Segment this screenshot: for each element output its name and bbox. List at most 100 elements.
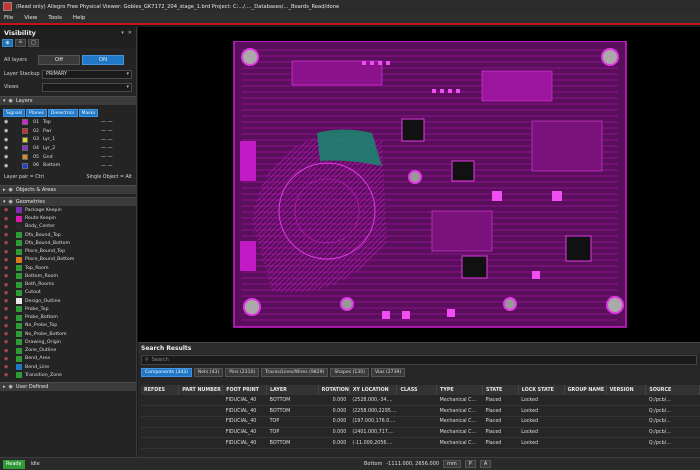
a-button[interactable]: A (479, 460, 492, 468)
menu-help[interactable]: Help (73, 15, 86, 21)
geometry-color-swatch[interactable] (16, 256, 22, 263)
eye-off-icon[interactable]: ◉ (4, 265, 12, 271)
geometry-color-swatch[interactable] (16, 281, 22, 288)
eye-off-icon[interactable]: ◉ (4, 224, 12, 230)
layer-row[interactable]: ◉ 02 Pwr — — (0, 127, 136, 136)
geometry-color-swatch[interactable] (16, 298, 22, 304)
geometry-row[interactable]: ◉ Place_Bound_Top (0, 247, 136, 255)
column-header[interactable]: VERSION (606, 385, 647, 395)
tab-vias[interactable]: Vias (2739) (370, 367, 406, 377)
layer-row[interactable]: ◉ 03 Lyr_1 — — (0, 135, 136, 144)
eye-off-icon[interactable]: ◉ (4, 257, 12, 263)
column-header[interactable]: LAYER (266, 385, 319, 395)
tab-signals[interactable]: Signals (3, 108, 26, 117)
layer-row[interactable]: ◉ 06 Bottom — — (0, 161, 136, 170)
column-header[interactable]: FOOT PRINT (222, 385, 268, 395)
layers-section-header[interactable]: ▾ ◉ Layers (0, 96, 136, 105)
geometry-row[interactable]: ◉ Top_Room (0, 264, 136, 272)
eye-off-icon[interactable]: ◉ (4, 372, 12, 378)
geometry-row[interactable]: ◉ Route Keepin (0, 214, 136, 222)
layers-tab-icon[interactable]: ≟ (15, 39, 26, 47)
geometry-row[interactable]: ◉ Probe_Top (0, 305, 136, 313)
geometry-row[interactable]: ◉ Package Keepin (0, 206, 136, 214)
eye-off-icon[interactable]: ◉ (4, 232, 12, 238)
eye-off-icon[interactable]: ◉ (4, 339, 12, 345)
eye-off-icon[interactable]: ◉ (4, 364, 12, 370)
pcb-canvas[interactable] (138, 27, 700, 342)
all-layers-off-button[interactable]: Off (37, 55, 80, 65)
eye-off-icon[interactable]: ◉ (4, 298, 12, 304)
geometry-row[interactable]: ◉ Body_Center (0, 223, 136, 231)
layer-color-swatch[interactable] (22, 119, 28, 126)
geometry-color-swatch[interactable] (16, 223, 22, 230)
column-header[interactable]: XY LOCATION (349, 385, 398, 395)
eye-off-icon[interactable]: ◉ (4, 348, 12, 354)
geometry-row[interactable]: ◉ Zone_Outline (0, 346, 136, 354)
menu-file[interactable]: File (4, 15, 13, 21)
eye-off-icon[interactable]: ◉ (4, 290, 12, 296)
menu-tools[interactable]: Tools (48, 15, 62, 21)
geometry-color-swatch[interactable] (16, 339, 22, 346)
geometry-color-swatch[interactable] (16, 289, 22, 296)
column-header[interactable]: GROUP NAME (564, 385, 607, 395)
geometry-row[interactable]: ◉ Drawing_Origin (0, 338, 136, 346)
all-layers-on-button[interactable]: ON (81, 55, 124, 65)
layer-row[interactable]: ◉ 04 Lyr_2 — — (0, 144, 136, 153)
tab-planes[interactable]: Planes (26, 108, 47, 117)
geometry-color-swatch[interactable] (16, 265, 22, 271)
geometry-row[interactable]: ◉ Dfa_Bound_Top (0, 231, 136, 239)
geometry-row[interactable]: ◉ Bend_Area (0, 355, 136, 363)
eye-off-icon[interactable]: ◉ (4, 315, 12, 321)
column-header[interactable]: LOCK STATE (518, 385, 565, 395)
eye-icon[interactable]: ◉ (4, 137, 12, 143)
eye-icon[interactable]: ◉ (4, 163, 12, 169)
tab-nets[interactable]: Nets (43) (193, 367, 224, 377)
tab-dielectrics[interactable]: Dielectrics (47, 108, 78, 117)
eye-icon[interactable]: ◉ (4, 128, 12, 134)
eye-icon[interactable]: ◉ (4, 145, 12, 151)
geometry-row[interactable]: ◉ Bottom_Room (0, 272, 136, 280)
eye-off-icon[interactable]: ◉ (4, 356, 12, 362)
column-header[interactable]: STATE (482, 385, 519, 395)
eye-icon[interactable]: ◉ (4, 154, 12, 160)
layer-row[interactable]: ◉ 01 Top — — (0, 118, 136, 127)
views-select[interactable]: ▾ (42, 82, 132, 92)
geometry-color-swatch[interactable] (16, 215, 22, 222)
eye-off-icon[interactable]: ◉ (4, 306, 12, 312)
geometry-color-swatch[interactable] (16, 372, 22, 379)
geometry-color-swatch[interactable] (16, 322, 22, 329)
search-input[interactable]: ⚲ Search (141, 355, 697, 365)
geometry-color-swatch[interactable] (16, 207, 22, 214)
geometry-color-swatch[interactable] (16, 273, 22, 280)
eye-off-icon[interactable]: ◉ (4, 207, 12, 213)
layer-color-swatch[interactable] (22, 145, 28, 152)
user-defined-section-header[interactable]: ▸ ◉ User Defined (0, 382, 136, 392)
eye-off-icon[interactable]: ◉ (4, 273, 12, 279)
menu-view[interactable]: View (24, 15, 37, 21)
geometry-color-swatch[interactable] (16, 331, 22, 337)
eye-off-icon[interactable]: ◉ (4, 240, 12, 246)
table-row[interactable]: FIDUCIAL_40 TOP 0.000 (197.000,176.0.... Mec… (141, 416, 700, 428)
table-row[interactable]: FIDUCIAL_40 BOTTOM 0.000 (2528.000,-34.... M… (141, 395, 700, 407)
eye-off-icon[interactable]: ◉ (4, 216, 12, 222)
geometry-color-swatch[interactable] (16, 314, 22, 321)
geometry-color-swatch[interactable] (16, 248, 22, 255)
stackup-select[interactable]: PRIMARY ▾ (42, 69, 132, 79)
layer-color-swatch[interactable] (22, 136, 28, 143)
units-button[interactable]: mm (443, 460, 461, 468)
geometry-color-swatch[interactable] (16, 364, 22, 370)
pcb-board[interactable] (232, 41, 632, 341)
eye-off-icon[interactable]: ◉ (4, 249, 12, 255)
eye-off-icon[interactable]: ◉ (4, 331, 12, 337)
tab-masks[interactable]: Masks (78, 108, 99, 117)
eye-off-icon[interactable]: ◉ (4, 282, 12, 288)
tab-pins[interactable]: Pins (2310) (225, 367, 260, 377)
layer-row[interactable]: ◉ 05 Gnd — — (0, 153, 136, 162)
p-button[interactable]: P (464, 460, 476, 468)
column-header[interactable]: REFDES (141, 385, 180, 395)
column-header[interactable]: PART NUMBER (178, 385, 224, 395)
table-row[interactable]: FIDUCIAL_40 BOTTOM 0.000 (-11.000,2056.... M… (141, 437, 700, 449)
eye-icon[interactable]: ◉ (4, 119, 12, 125)
geometry-row[interactable]: ◉ Cutout (0, 289, 136, 297)
tab-shapes[interactable]: Shapes (130) (330, 367, 369, 377)
